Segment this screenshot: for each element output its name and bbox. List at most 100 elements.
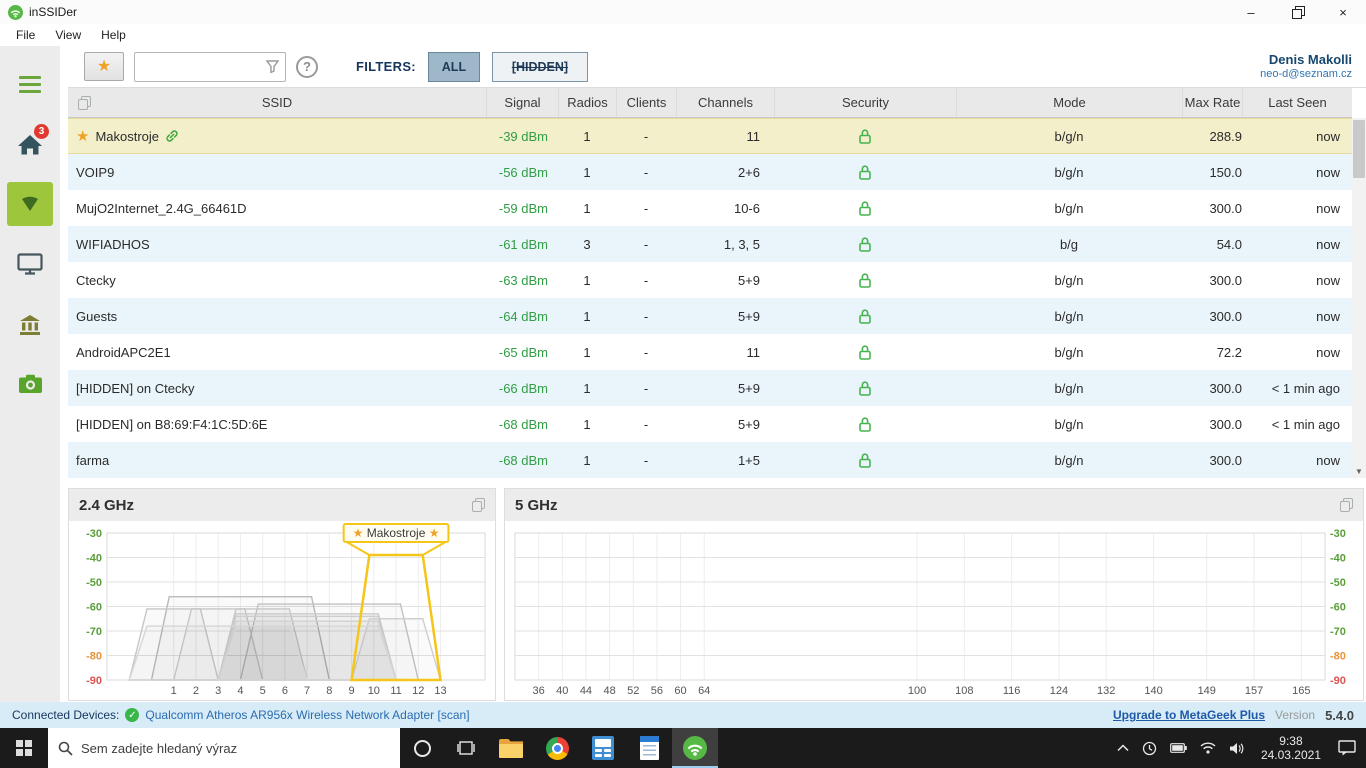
header-security[interactable]: Security bbox=[774, 88, 956, 117]
radios-value: 1 bbox=[558, 190, 616, 226]
network-row[interactable]: ★ VOIP9 -56 dBm 1 - 2+6 b/g/n 150.0 now bbox=[68, 154, 1352, 190]
ssid-label: farma bbox=[76, 453, 109, 468]
upgrade-link[interactable]: Upgrade to MetaGeek Plus bbox=[1113, 708, 1265, 722]
cortana-icon bbox=[414, 740, 431, 757]
adapter-link[interactable]: Qualcomm Atheros AR956x Wireless Network… bbox=[145, 708, 469, 722]
header-channels[interactable]: Channels bbox=[676, 88, 774, 117]
networks-icon bbox=[17, 192, 43, 216]
sidebar-item-display[interactable] bbox=[7, 242, 53, 286]
minimize-button[interactable]: – bbox=[1228, 0, 1274, 24]
header-mode[interactable]: Mode bbox=[956, 88, 1182, 117]
header-clients[interactable]: Clients bbox=[616, 88, 676, 117]
restore-button[interactable] bbox=[1274, 0, 1320, 24]
close-button[interactable]: × bbox=[1320, 0, 1366, 24]
svg-text:4: 4 bbox=[237, 685, 243, 697]
copy-icon[interactable] bbox=[472, 498, 485, 512]
document-app-button[interactable] bbox=[626, 728, 672, 768]
radios-value: 1 bbox=[558, 262, 616, 298]
header-ssid[interactable]: SSID bbox=[68, 88, 486, 117]
svg-text:40: 40 bbox=[556, 685, 568, 697]
header-maxrate[interactable]: Max Rate bbox=[1182, 88, 1242, 117]
maxrate-value: 300.0 bbox=[1182, 370, 1242, 406]
tray-expand-chevron[interactable] bbox=[1117, 744, 1129, 752]
signal-value: -64 dBm bbox=[486, 298, 558, 334]
header-radios[interactable]: Radios bbox=[558, 88, 616, 117]
menu-file[interactable]: File bbox=[6, 25, 45, 45]
inssider-logo-icon bbox=[8, 5, 23, 20]
calculator-icon bbox=[592, 736, 614, 760]
user-block[interactable]: Denis Makolli neo-d@seznam.cz bbox=[1260, 52, 1352, 82]
inssider-icon bbox=[683, 736, 707, 760]
network-row[interactable]: ★ [HIDDEN] on B8:69:F4:1C:5D:6E -68 dBm … bbox=[68, 406, 1352, 442]
taskbar-search[interactable] bbox=[48, 728, 400, 768]
lock-icon bbox=[858, 236, 872, 253]
svg-text:1: 1 bbox=[171, 685, 177, 697]
header-ssid-label: SSID bbox=[262, 95, 292, 110]
task-view-button[interactable] bbox=[444, 728, 488, 768]
filter-hidden-button[interactable]: [HIDDEN] bbox=[492, 52, 588, 82]
maxrate-value: 288.9 bbox=[1182, 119, 1242, 153]
copy-icon[interactable] bbox=[1340, 498, 1353, 512]
network-row[interactable]: ★ MujO2Internet_2.4G_66461D -59 dBm 1 - … bbox=[68, 190, 1352, 226]
network-row[interactable]: ★ WIFIADHOS -61 dBm 3 - 1, 3, 5 b/g 54.0… bbox=[68, 226, 1352, 262]
sidebar-item-snapshot[interactable] bbox=[7, 362, 53, 406]
file-explorer-button[interactable] bbox=[488, 728, 534, 768]
tray-clock-icon[interactable] bbox=[1142, 741, 1157, 756]
menu-toggle-button[interactable] bbox=[7, 62, 53, 106]
copy-icon[interactable] bbox=[78, 96, 91, 110]
menu-view[interactable]: View bbox=[45, 25, 91, 45]
signal-value: -68 dBm bbox=[486, 442, 558, 478]
tray-wifi-icon[interactable] bbox=[1200, 742, 1216, 754]
cortana-button[interactable] bbox=[400, 728, 444, 768]
ssid-filter-input[interactable] bbox=[134, 52, 286, 82]
clients-value: - bbox=[616, 442, 676, 478]
svg-text:5: 5 bbox=[260, 685, 266, 697]
inssider-taskbar-button[interactable] bbox=[672, 728, 718, 768]
clients-value: - bbox=[616, 154, 676, 190]
tray-volume-icon[interactable] bbox=[1229, 742, 1244, 755]
action-center-icon[interactable] bbox=[1338, 740, 1356, 756]
help-button[interactable]: ? bbox=[296, 56, 318, 78]
search-icon bbox=[58, 741, 73, 756]
header-signal[interactable]: Signal bbox=[486, 88, 558, 117]
svg-text:108: 108 bbox=[955, 685, 973, 697]
security-cell bbox=[774, 154, 956, 190]
sidebar-item-buildings[interactable] bbox=[7, 302, 53, 346]
svg-text:★ Makostroje ★: ★ Makostroje ★ bbox=[353, 526, 440, 540]
menu-help[interactable]: Help bbox=[91, 25, 136, 45]
table-scrollbar[interactable]: ▼ bbox=[1352, 118, 1366, 478]
security-cell bbox=[774, 262, 956, 298]
sidebar-item-networks[interactable] bbox=[7, 182, 53, 226]
tray-battery-icon[interactable] bbox=[1170, 743, 1187, 753]
favorites-filter-button[interactable]: ★ bbox=[84, 52, 124, 81]
security-cell bbox=[774, 406, 956, 442]
svg-text:6: 6 bbox=[282, 685, 288, 697]
network-row[interactable]: ★ [HIDDEN] on Ctecky -66 dBm 1 - 5+9 b/g… bbox=[68, 370, 1352, 406]
svg-text:10: 10 bbox=[368, 685, 380, 697]
svg-text:-60: -60 bbox=[1330, 602, 1346, 614]
sidebar-item-home[interactable]: 3 bbox=[7, 122, 53, 166]
maxrate-value: 72.2 bbox=[1182, 334, 1242, 370]
filter-all-button[interactable]: ALL bbox=[428, 52, 480, 82]
network-row[interactable]: ★ Guests -64 dBm 1 - 5+9 b/g/n 300.0 now bbox=[68, 298, 1352, 334]
network-row[interactable]: ★ farma -68 dBm 1 - 1+5 b/g/n 300.0 now bbox=[68, 442, 1352, 478]
network-row[interactable]: ★ AndroidAPC2E1 -65 dBm 1 - 11 b/g/n 72.… bbox=[68, 334, 1352, 370]
ssid-label: AndroidAPC2E1 bbox=[76, 345, 171, 360]
taskbar-clock[interactable]: 9:38 24.03.2021 bbox=[1257, 734, 1325, 763]
taskbar-search-input[interactable] bbox=[81, 741, 390, 756]
security-cell bbox=[774, 190, 956, 226]
network-row[interactable]: ★ Ctecky -63 dBm 1 - 5+9 b/g/n 300.0 now bbox=[68, 262, 1352, 298]
network-row[interactable]: ★ Makostroje -39 dBm 1 - 11 b/g/n 288.9 … bbox=[68, 118, 1352, 154]
chrome-button[interactable] bbox=[534, 728, 580, 768]
channels-value: 11 bbox=[676, 334, 774, 370]
scrollbar-thumb[interactable] bbox=[1353, 120, 1365, 178]
svg-text:-80: -80 bbox=[86, 651, 102, 663]
ssid-label: VOIP9 bbox=[76, 165, 114, 180]
header-lastseen[interactable]: Last Seen bbox=[1242, 88, 1352, 117]
calculator-button[interactable] bbox=[580, 728, 626, 768]
start-button[interactable] bbox=[0, 728, 48, 768]
channels-value: 5+9 bbox=[676, 370, 774, 406]
clients-value: - bbox=[616, 406, 676, 442]
mode-value: b/g/n bbox=[956, 154, 1182, 190]
scrollbar-down-arrow[interactable]: ▼ bbox=[1352, 464, 1366, 478]
